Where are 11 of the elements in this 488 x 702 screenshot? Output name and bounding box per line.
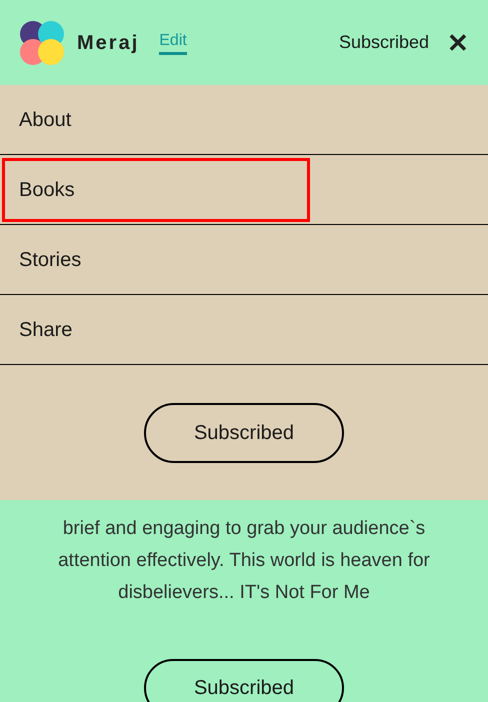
menu-item[interactable]: Books	[2, 158, 310, 222]
subscribed-button[interactable]: Subscribed	[144, 403, 344, 463]
menu-item[interactable]: About	[2, 88, 310, 152]
profile-name: Meraj	[77, 30, 140, 56]
logo-icon	[19, 20, 65, 66]
menu-item[interactable]: Share	[2, 298, 310, 362]
menu-item[interactable]: Stories	[2, 228, 310, 292]
close-button[interactable]: ✕	[447, 30, 469, 56]
subscribed-button[interactable]: Subscribed	[144, 659, 344, 702]
description: brief and engaging to grab your audience`s attention effectively. This world is heaven for disbelievers... IT's Not For Me	[57, 517, 431, 605]
subscription-status: Subscribed	[338, 31, 429, 54]
